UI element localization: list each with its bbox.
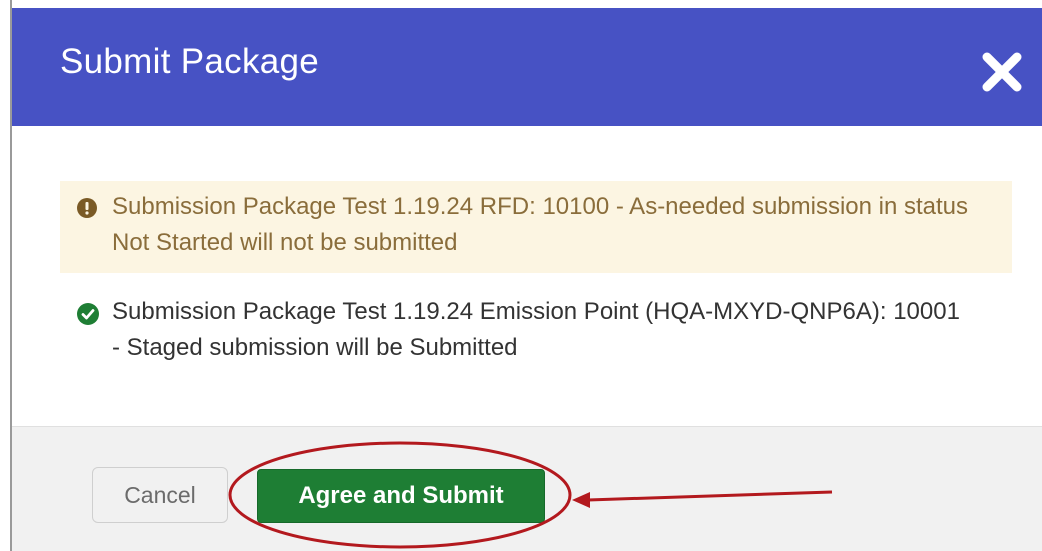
background-edge	[0, 0, 12, 551]
success-message: Submission Package Test 1.19.24 Emission…	[60, 286, 1012, 378]
warning-message: Submission Package Test 1.19.24 RFD: 101…	[60, 181, 1012, 273]
check-circle-icon	[77, 303, 99, 325]
dialog-header: Submit Package	[12, 8, 1042, 126]
dialog-body: Submission Package Test 1.19.24 RFD: 101…	[12, 126, 1042, 426]
close-icon[interactable]	[978, 48, 1026, 96]
submit-package-dialog: Submit Package Submission Package Test 1…	[12, 0, 1042, 551]
agree-and-submit-button[interactable]: Agree and Submit	[257, 469, 545, 523]
warning-message-text: Submission Package Test 1.19.24 RFD: 101…	[112, 193, 969, 256]
dialog-title: Submit Package	[60, 42, 320, 81]
success-message-text: Submission Package Test 1.19.24 Emission…	[112, 298, 960, 361]
exclamation-circle-icon	[77, 198, 97, 218]
dialog-footer: Cancel Agree and Submit	[12, 426, 1042, 551]
cancel-button[interactable]: Cancel	[92, 467, 228, 523]
